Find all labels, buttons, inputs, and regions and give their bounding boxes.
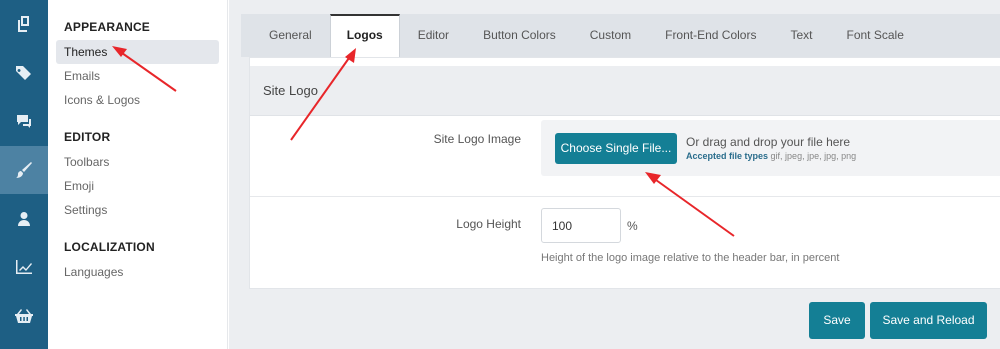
pages-rail-button[interactable]	[0, 0, 48, 49]
chat-rail-button[interactable]	[0, 97, 48, 146]
logo-height-hint: Height of the logo image relative to the…	[541, 252, 840, 264]
brush-icon	[16, 162, 32, 179]
logo-height-row: Logo Height % Height of the logo image r…	[250, 208, 1000, 278]
accepted-types-value: gif, jpeg, jpe, jpg, png	[770, 151, 857, 161]
sidebar-group-appearance: APPEARANCE Themes Emails Icons & Logos	[48, 20, 227, 112]
logo-height-input[interactable]	[541, 208, 621, 243]
unit-label: %	[627, 219, 638, 233]
sidebar-item-toolbars[interactable]: Toolbars	[56, 150, 219, 174]
tab-button-colors[interactable]: Button Colors	[467, 14, 572, 57]
sidebar-group-localization: LOCALIZATION Languages	[48, 240, 227, 284]
tab-bar: General Logos Editor Button Colors Custo…	[241, 14, 1000, 57]
sidebar-item-languages[interactable]: Languages	[56, 260, 219, 284]
sidebar-heading: LOCALIZATION	[64, 240, 155, 254]
sidebar-group-editor: EDITOR Toolbars Emoji Settings	[48, 130, 227, 222]
site-logo-panel: Site Logo Site Logo Image Choose Single …	[249, 57, 1000, 289]
sidebar-item-themes[interactable]: Themes	[56, 40, 219, 64]
tags-icon	[16, 65, 31, 80]
sidebar-item-settings[interactable]: Settings	[56, 198, 219, 222]
chat-icon	[17, 115, 31, 129]
pages-icon	[18, 16, 29, 33]
file-upload-area[interactable]: Choose Single File... Or drag and drop y…	[541, 120, 1000, 176]
tab-custom[interactable]: Custom	[574, 14, 647, 57]
basket-icon	[15, 308, 33, 323]
logo-image-row: Site Logo Image Choose Single File... Or…	[250, 120, 1000, 176]
settings-sidebar: APPEARANCE Themes Emails Icons & Logos E…	[48, 0, 228, 349]
row-divider	[250, 196, 1000, 197]
tab-logos[interactable]: Logos	[329, 14, 400, 57]
sidebar-item-emails[interactable]: Emails	[56, 64, 219, 88]
appearance-rail-button[interactable]	[0, 145, 48, 195]
icon-rail	[0, 0, 48, 349]
sidebar-item-icons-logos[interactable]: Icons & Logos	[56, 88, 219, 112]
shop-rail-button[interactable]	[0, 292, 48, 341]
stats-rail-button[interactable]	[0, 243, 48, 292]
accepted-types-label: Accepted file types	[686, 151, 769, 161]
users-rail-button[interactable]	[0, 194, 48, 243]
tab-front-end-colors[interactable]: Front-End Colors	[649, 14, 772, 57]
tab-general[interactable]: General	[253, 14, 328, 57]
logo-image-label: Site Logo Image	[433, 132, 521, 146]
tab-editor[interactable]: Editor	[402, 14, 465, 57]
user-icon	[18, 211, 30, 226]
save-button[interactable]: Save	[809, 302, 865, 339]
choose-file-button[interactable]: Choose Single File...	[555, 133, 677, 164]
sidebar-heading: EDITOR	[64, 130, 111, 144]
drop-hint: Or drag and drop your file here	[686, 135, 851, 149]
chart-icon	[16, 260, 32, 275]
save-reload-button[interactable]: Save and Reload	[870, 302, 987, 339]
sidebar-heading: APPEARANCE	[64, 20, 151, 34]
sidebar-item-emoji[interactable]: Emoji	[56, 174, 219, 198]
tab-font-scale[interactable]: Font Scale	[831, 14, 920, 57]
panel-title: Site Logo	[250, 66, 1000, 116]
accepted-types: Accepted file types gif, jpeg, jpe, jpg,…	[686, 151, 856, 161]
tab-text[interactable]: Text	[774, 14, 828, 57]
tags-rail-button[interactable]	[0, 49, 48, 98]
logo-height-label: Logo Height	[456, 217, 521, 231]
main-content: General Logos Editor Button Colors Custo…	[229, 0, 1000, 349]
